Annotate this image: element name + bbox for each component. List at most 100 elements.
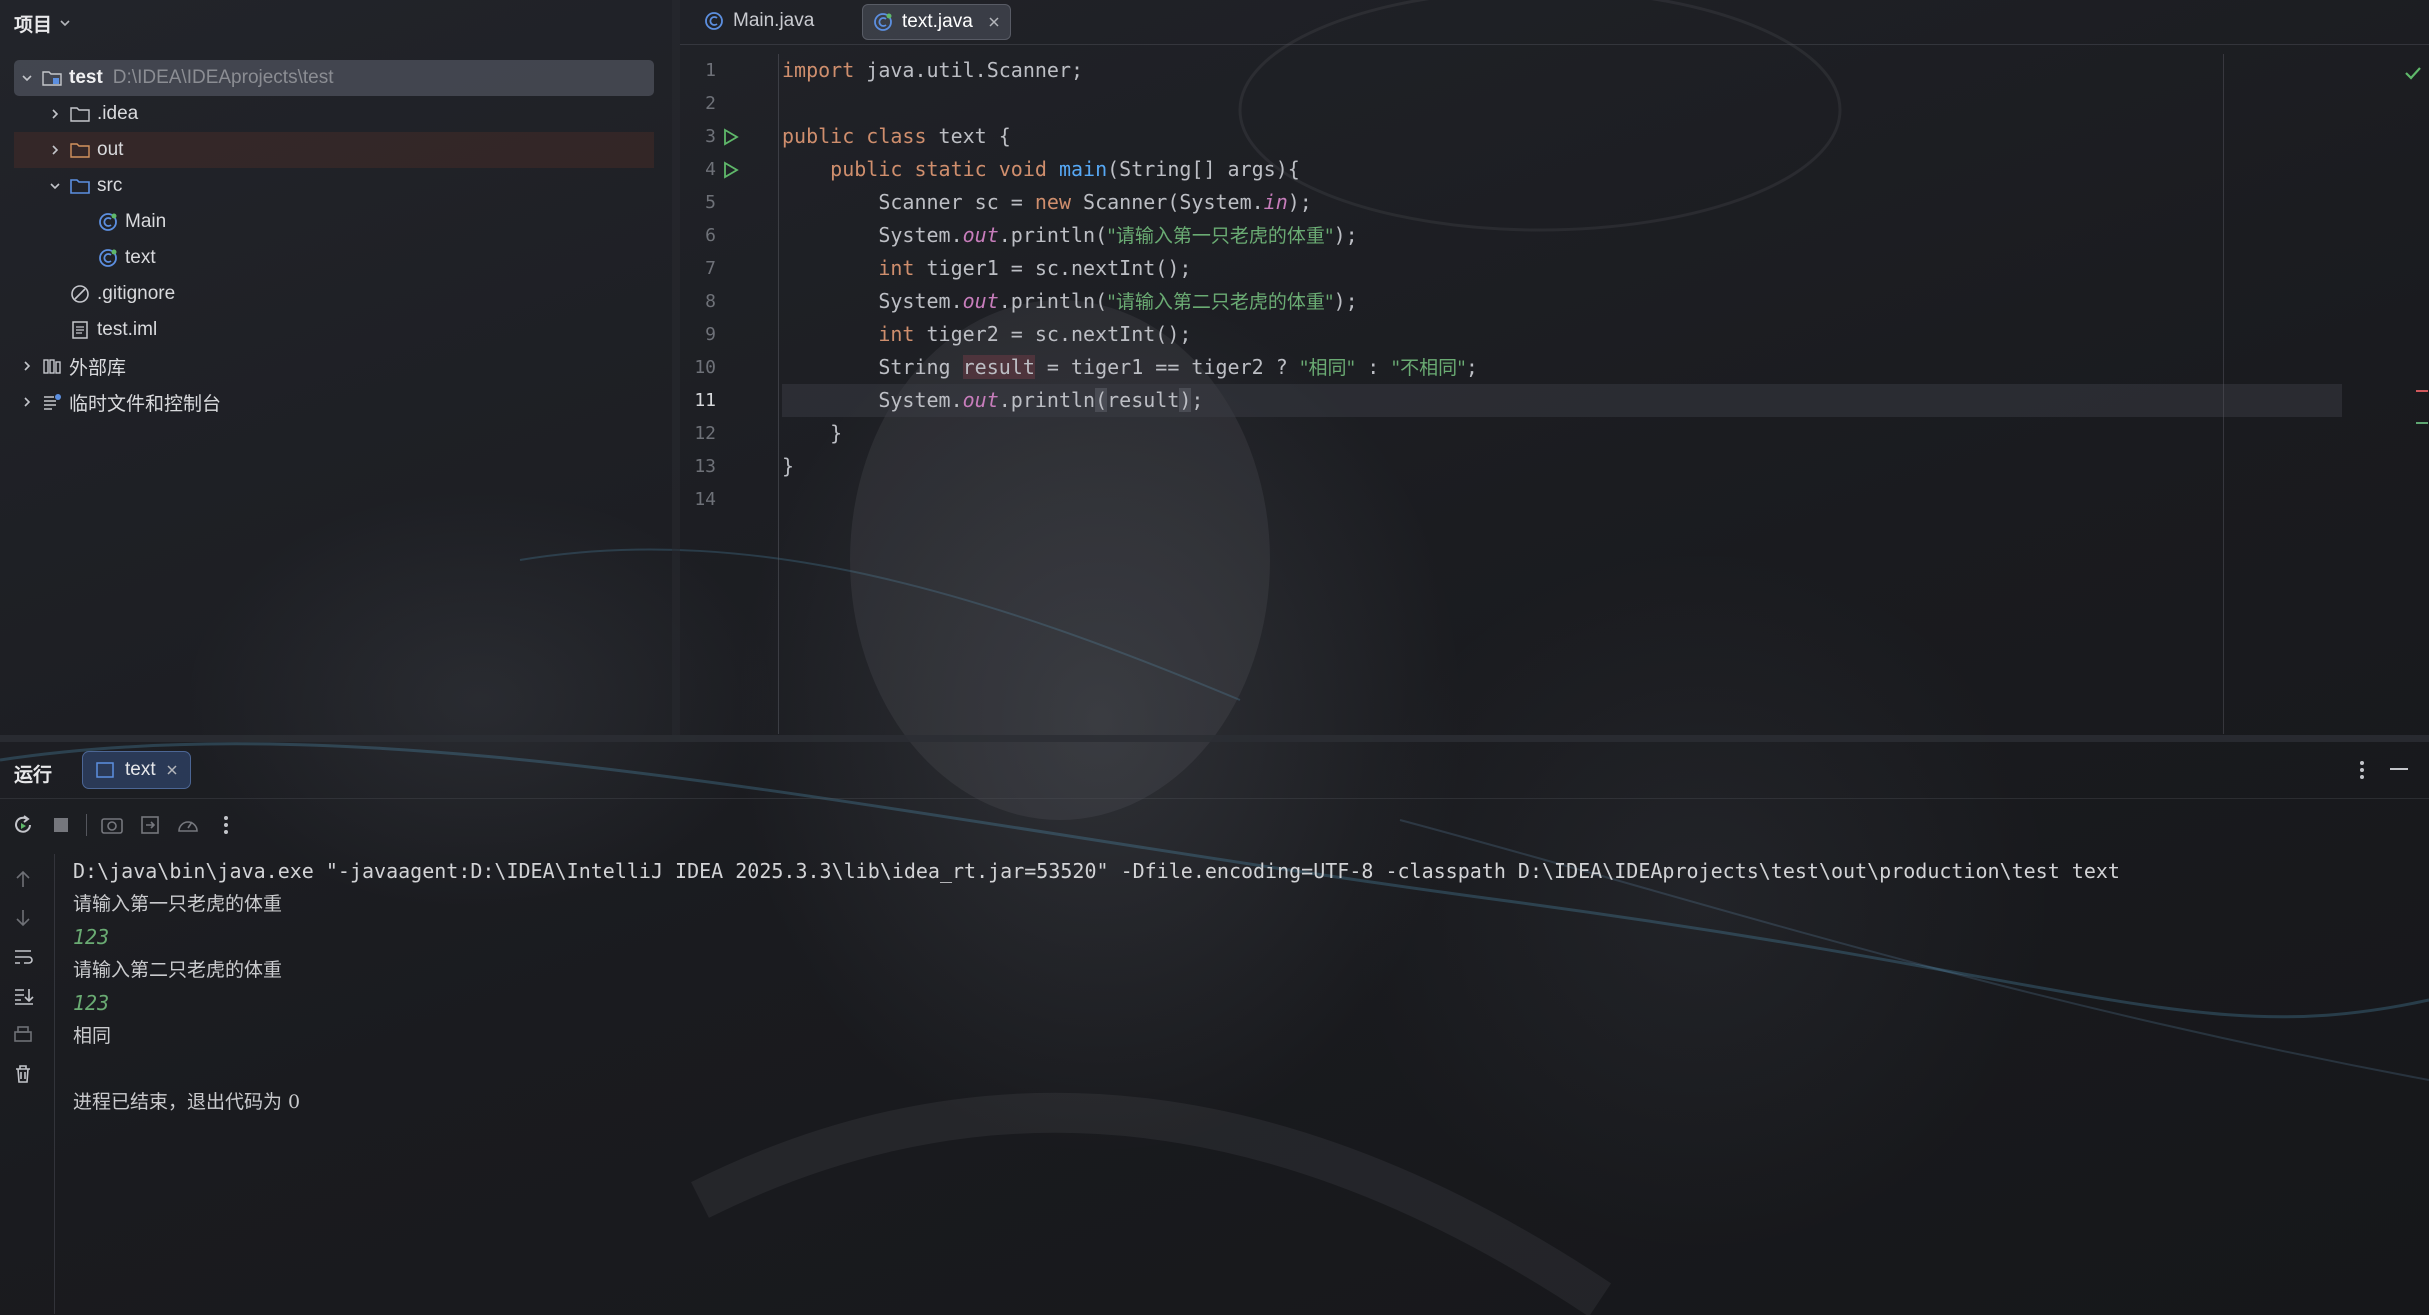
chevron-right-icon[interactable] xyxy=(18,393,36,411)
right-margin-guide xyxy=(2223,54,2224,734)
tree-item-idea[interactable]: .idea xyxy=(14,96,654,132)
line-number: 8 xyxy=(705,291,716,312)
run-gutter-icon[interactable] xyxy=(722,120,742,153)
tree-root-name: test xyxy=(69,67,103,88)
code-line-14[interactable] xyxy=(782,483,2342,516)
tree-item-label: test.iml xyxy=(97,319,158,340)
arrow-up-icon[interactable] xyxy=(10,866,36,892)
console-input-line: 123 xyxy=(73,925,110,949)
chevron-down-icon[interactable] xyxy=(18,69,36,87)
source-folder-icon xyxy=(70,176,90,196)
line-number-gutter[interactable]: 1 2 3 4 5 6 7 8 9 10 11 12 13 14 xyxy=(680,54,778,516)
minimize-icon[interactable] xyxy=(2388,764,2410,774)
more-options-icon[interactable] xyxy=(2354,758,2370,782)
tab-main-java[interactable]: Main.java xyxy=(694,4,824,38)
tree-item-root[interactable]: test D:\IDEA\IDEAprojects\test xyxy=(14,60,654,96)
java-class-icon xyxy=(98,248,118,268)
tree-item-external-libs[interactable]: 外部库 xyxy=(14,348,654,384)
trash-icon[interactable] xyxy=(10,1061,36,1087)
more-options-icon[interactable] xyxy=(213,812,239,838)
gutter-divider xyxy=(778,54,779,734)
tree-item-iml[interactable]: test.iml xyxy=(14,312,654,348)
chevron-right-icon[interactable] xyxy=(18,357,36,375)
error-stripe-mark[interactable] xyxy=(2416,390,2428,392)
iml-file-icon xyxy=(70,320,90,340)
chevron-right-icon[interactable] xyxy=(46,105,64,123)
exit-icon[interactable] xyxy=(137,812,163,838)
project-panel: 项目 test D:\IDEA\IDEAprojects\test .idea … xyxy=(0,0,672,728)
tree-item-main[interactable]: Main xyxy=(14,204,654,240)
run-gutter-icon[interactable] xyxy=(722,153,742,186)
run-tool-window: 运行 text D:\java\bin\java.exe "-javaagent… xyxy=(0,742,2429,1315)
code-line-6[interactable]: System.out.println("请输入第一只老虎的体重"); xyxy=(782,219,2342,252)
module-folder-icon xyxy=(42,68,62,88)
code-line-13[interactable]: } xyxy=(782,450,2342,483)
code-line-4[interactable]: public static void main(String[] args){ xyxy=(782,153,2342,186)
line-number: 1 xyxy=(705,60,716,81)
arrow-down-icon[interactable] xyxy=(10,905,36,931)
chevron-down-icon[interactable] xyxy=(46,177,64,195)
code-line-1[interactable]: import java.util.Scanner; xyxy=(782,54,2342,87)
close-icon[interactable] xyxy=(988,16,1000,28)
code-line-5[interactable]: Scanner sc = new Scanner(System.in); xyxy=(782,186,2342,219)
run-panel-title: 运行 xyxy=(14,765,53,786)
line-number: 10 xyxy=(694,357,716,378)
print-icon[interactable] xyxy=(10,1022,36,1048)
stop-icon[interactable] xyxy=(48,812,74,838)
code-line-7[interactable]: int tiger1 = sc.nextInt(); xyxy=(782,252,2342,285)
java-class-icon xyxy=(705,12,723,30)
tree-item-label: out xyxy=(97,139,124,160)
console-exit-line: 进程已结束，退出代码为 0 xyxy=(73,1091,301,1113)
inspection-ok-icon[interactable] xyxy=(2404,64,2422,82)
editor-tab-bar: Main.java text.java xyxy=(680,0,2429,45)
console-output-line: 请输入第一只老虎的体重 xyxy=(73,893,283,915)
java-class-icon xyxy=(98,212,118,232)
scratches-icon xyxy=(42,392,62,412)
scroll-to-end-icon[interactable] xyxy=(10,983,36,1009)
line-number: 14 xyxy=(694,489,716,510)
close-icon[interactable] xyxy=(166,764,178,776)
line-number-row-4: 4 xyxy=(680,153,739,186)
chevron-down-icon xyxy=(60,20,70,27)
code-line-10[interactable]: String result = tiger1 == tiger2 ? "相同" … xyxy=(782,351,2342,384)
tree-item-label: 外部库 xyxy=(69,357,127,379)
panel-splitter-vertical[interactable] xyxy=(672,0,680,735)
tree-item-scratches[interactable]: 临时文件和控制台 xyxy=(14,384,654,420)
code-line-8[interactable]: System.out.println("请输入第二只老虎的体重"); xyxy=(782,285,2342,318)
folder-icon xyxy=(70,104,90,124)
code-area[interactable]: import java.util.Scanner; public class t… xyxy=(782,54,2342,516)
code-line-9[interactable]: int tiger2 = sc.nextInt(); xyxy=(782,318,2342,351)
tree-item-label: src xyxy=(97,175,123,196)
library-icon xyxy=(42,356,62,376)
tree-item-src[interactable]: src xyxy=(14,168,654,204)
line-number-current: 11 xyxy=(694,390,716,411)
console-output-line: 请输入第二只老虎的体重 xyxy=(73,959,283,981)
project-panel-title: 项目 xyxy=(14,14,53,36)
code-line-3[interactable]: public class text { xyxy=(782,120,2342,153)
tree-item-label: 临时文件和控制台 xyxy=(69,393,222,415)
change-stripe-mark[interactable] xyxy=(2416,422,2428,424)
code-line-2[interactable] xyxy=(782,87,2342,120)
tree-item-label: text xyxy=(125,247,156,268)
chevron-right-icon[interactable] xyxy=(46,141,64,159)
tree-item-text[interactable]: text xyxy=(14,240,654,276)
profiler-icon[interactable] xyxy=(175,812,201,838)
code-line-12[interactable]: } xyxy=(782,417,2342,450)
line-number: 2 xyxy=(705,93,716,114)
console-command-line: D:\java\bin\java.exe "-javaagent:D:\IDEA… xyxy=(73,859,2120,883)
console-output[interactable]: D:\java\bin\java.exe "-javaagent:D:\IDEA… xyxy=(73,855,2403,1119)
run-tab-text[interactable]: text xyxy=(82,751,191,789)
tab-text-java[interactable]: text.java xyxy=(862,4,1011,40)
line-number: 7 xyxy=(705,258,716,279)
panel-splitter-horizontal[interactable] xyxy=(0,735,2429,742)
camera-icon[interactable] xyxy=(99,812,125,838)
line-number: 5 xyxy=(705,192,716,213)
tree-item-gitignore[interactable]: .gitignore xyxy=(14,276,654,312)
tree-item-out[interactable]: out xyxy=(14,132,654,168)
rerun-icon[interactable] xyxy=(10,812,36,838)
console-input-line: 123 xyxy=(73,991,110,1015)
code-line-11-current[interactable]: System.out.println(result); xyxy=(782,384,2342,417)
java-class-icon xyxy=(874,13,892,31)
project-panel-header[interactable]: 项目 xyxy=(14,10,72,36)
soft-wrap-icon[interactable] xyxy=(10,944,36,970)
